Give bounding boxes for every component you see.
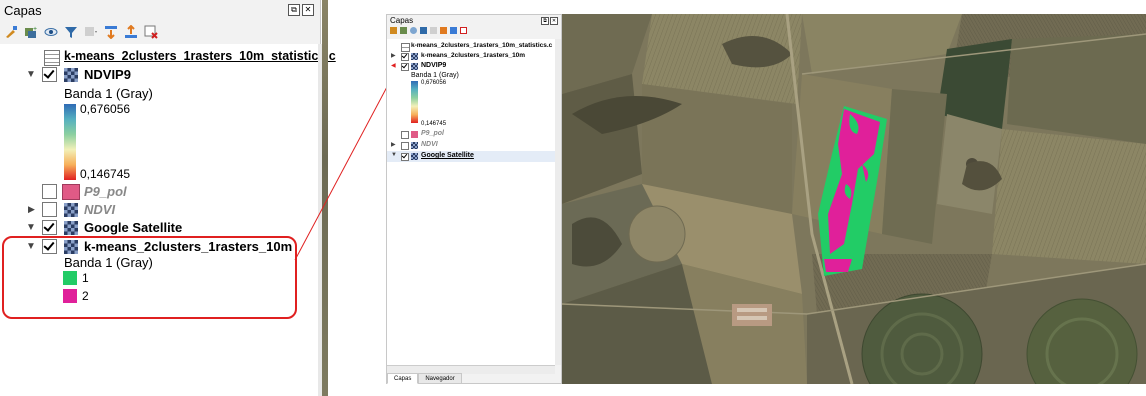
float-icon[interactable]: ⧉ — [288, 4, 300, 16]
expand-arrow-icon[interactable]: ▶ — [28, 204, 35, 215]
collapse-arrow-icon[interactable]: ▼ — [26, 222, 36, 233]
ramp-max-label: 0,676056 — [421, 80, 447, 86]
add-group-icon[interactable] — [400, 27, 407, 34]
tab-capas[interactable]: Capas — [387, 373, 419, 384]
panel-title: Capas — [390, 16, 414, 25]
float-icon[interactable]: ⧉ — [541, 17, 549, 25]
expand-arrow-icon[interactable]: ▶ — [391, 141, 396, 148]
layer-checkbox[interactable] — [42, 220, 57, 235]
raster-icon — [411, 63, 418, 70]
style-brush-icon[interactable] — [390, 27, 397, 34]
layer-row-p9-pol[interactable]: P9_pol — [387, 129, 555, 140]
layer-label: k-means_2clusters_1rasters_10m_statistic… — [64, 49, 336, 63]
tab-navegador[interactable]: Navegador — [418, 373, 462, 384]
ramp-min-label: 0,146745 — [80, 167, 131, 181]
map-canvas-edge — [322, 0, 328, 396]
layer-label: NDVI — [84, 202, 116, 217]
layer-checkbox[interactable] — [42, 184, 57, 199]
collapse-arrow-icon[interactable]: ▼ — [26, 69, 36, 80]
layer-label: Google Satellite — [421, 152, 474, 159]
raster-icon — [411, 153, 418, 160]
remove-layer-icon[interactable] — [460, 27, 467, 34]
filter-legend-icon[interactable] — [430, 27, 437, 34]
layer-checkbox[interactable] — [401, 142, 409, 150]
layers-toolbar — [390, 27, 467, 37]
layer-checkbox[interactable] — [401, 131, 409, 139]
expand-all-icon[interactable] — [104, 25, 118, 40]
building — [732, 304, 772, 326]
raster-icon — [64, 68, 78, 82]
layer-label: P9_pol — [84, 184, 127, 199]
color-ramp — [64, 104, 76, 180]
panel-window-buttons: ⧉ ✕ — [288, 4, 314, 16]
layer-label: k-means_2clusters_1rasters_10m_statistic… — [411, 42, 553, 49]
filter-legend-icon[interactable] — [84, 25, 98, 39]
collapse-arrow-icon[interactable]: ◀ — [391, 62, 396, 69]
panel-title-bar: Capas ⧉ ✕ — [4, 2, 316, 20]
layer-checkbox[interactable] — [42, 202, 57, 217]
layers-panel-zoomed: Capas ⧉ ✕ + k-means_2clusters_1rasters_1… — [0, 0, 336, 396]
pivot-circle — [628, 205, 686, 263]
ramp-min-label: 0,146745 — [421, 121, 447, 127]
layer-row-google-satellite[interactable]: ▼ Google Satellite — [387, 151, 555, 162]
layer-tree: k-means_2clusters_1rasters_10m_statistic… — [0, 44, 336, 396]
layer-checkbox[interactable] — [401, 53, 409, 61]
close-icon[interactable]: ✕ — [302, 4, 314, 16]
layer-label: P9_pol — [421, 130, 444, 137]
ramp-max-label: 0,676056 — [80, 102, 131, 116]
style-brush-icon[interactable] — [4, 25, 18, 39]
layers-toolbar: + — [4, 22, 158, 42]
map-canvas[interactable] — [562, 14, 1146, 384]
layer-checkbox[interactable] — [401, 153, 409, 161]
band-label: Banda 1 (Gray) — [411, 72, 459, 79]
panel-window-buttons: ⧉ ✕ — [541, 17, 558, 25]
collapse-all-icon[interactable] — [124, 24, 138, 39]
panel-tabs: Capas Navegador — [387, 373, 462, 384]
raster-icon — [411, 53, 418, 60]
raster-icon — [64, 221, 78, 235]
vertical-scrollbar[interactable] — [555, 39, 561, 365]
field-parcel — [992, 129, 1146, 264]
expand-arrow-icon[interactable]: ▶ — [391, 52, 396, 59]
layer-label: k-means_2clusters_1rasters_10m — [421, 52, 526, 59]
band-label: Banda 1 (Gray) — [64, 86, 153, 101]
layer-label: NDVIP9 — [84, 67, 131, 82]
color-ramp — [411, 81, 418, 123]
close-icon[interactable]: ✕ — [550, 17, 558, 25]
layer-row-ndvip9[interactable]: ▼ NDVIP9 — [0, 64, 318, 86]
raster-icon — [411, 142, 418, 149]
eye-icon[interactable] — [44, 25, 58, 39]
highlight-box — [2, 236, 297, 319]
layer-label: NDVIP9 — [421, 62, 447, 69]
svg-text:+: + — [33, 26, 37, 33]
polygon-swatch-icon — [411, 131, 418, 138]
filter-icon[interactable] — [64, 25, 78, 39]
layer-checkbox[interactable] — [401, 63, 409, 71]
layer-tree: k-means_2clusters_1rasters_10m_statistic… — [387, 39, 555, 365]
expand-all-icon[interactable] — [440, 27, 447, 34]
layers-panel-small: Capas ⧉ ✕ k-means_2clusters_1rasters_10m… — [386, 14, 562, 384]
add-group-icon[interactable]: + — [24, 25, 38, 39]
layer-checkbox[interactable] — [42, 67, 57, 82]
layer-label: NDVI — [421, 141, 438, 148]
layer-row-ndvi[interactable]: ▶ NDVI — [387, 140, 555, 151]
layer-row-ndvip9[interactable]: ◀ NDVIP9 — [387, 61, 555, 72]
eye-icon[interactable] — [410, 27, 417, 34]
layer-label: Google Satellite — [84, 220, 183, 235]
polygon-swatch-icon — [62, 184, 80, 200]
panel-title: Capas — [4, 3, 42, 18]
collapse-arrow-icon[interactable]: ▼ — [391, 152, 397, 158]
raster-icon — [64, 203, 78, 217]
remove-layer-icon[interactable] — [144, 25, 158, 39]
satellite-map — [562, 14, 1146, 384]
filter-icon[interactable] — [420, 27, 427, 34]
collapse-all-icon[interactable] — [450, 27, 457, 34]
